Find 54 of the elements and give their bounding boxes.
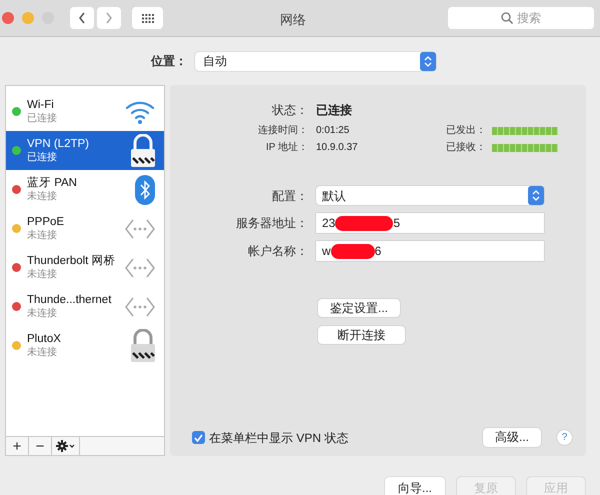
traffic-meter: [492, 126, 558, 134]
meter-label: 已发出：: [445, 124, 486, 138]
ethernet-icon: [124, 256, 156, 278]
input-field[interactable]: w 6: [316, 241, 544, 261]
info-value: 0:01:25: [316, 124, 350, 138]
back-icon: [78, 12, 86, 24]
grid-icon: [142, 14, 154, 22]
info-label: IP 地址：: [264, 140, 308, 155]
meter-label: 已接收：: [445, 140, 486, 155]
ethernet-icon: [124, 296, 156, 318]
bluetooth-icon: [134, 174, 156, 206]
padlock-icon: [130, 328, 156, 362]
close-button[interactable]: [2, 12, 14, 24]
field-label: 帐户名称：: [247, 243, 308, 260]
gear-icon: [56, 440, 76, 452]
info-value: 10.9.0.37: [316, 141, 359, 155]
status-label: 状态：: [271, 102, 308, 119]
stepper-icon: [420, 52, 436, 70]
service-item[interactable]: PPPoE 未连接: [6, 209, 164, 248]
service-item[interactable]: Wi-Fi 已连接: [6, 92, 164, 131]
window-title: 网络: [280, 11, 306, 29]
traffic-meter: [492, 144, 558, 152]
disconnect-button[interactable]: 断开连接: [318, 326, 405, 344]
assistant-button[interactable]: 向导...: [385, 477, 445, 495]
help-button[interactable]: ?: [557, 430, 572, 445]
stepper-icon: [528, 186, 544, 205]
location-select[interactable]: 自动: [195, 52, 436, 70]
forward-icon: [105, 12, 113, 24]
padlock-icon: [130, 134, 156, 168]
redaction-mark: [330, 244, 375, 258]
service-item[interactable]: 蓝牙 PAN 未连接: [6, 170, 164, 209]
checkmark-icon: [194, 434, 203, 442]
authentication-settings-button[interactable]: 鉴定设置...: [318, 299, 400, 317]
ethernet-icon: [124, 218, 156, 240]
service-item[interactable]: VPN (L2TP) 已连接: [6, 131, 164, 170]
checkbox[interactable]: [192, 431, 205, 444]
search-icon: [501, 12, 513, 24]
service-item[interactable]: Thunderbolt 网桥 未连接: [6, 248, 164, 287]
remove-button[interactable]: −: [29, 437, 52, 455]
info-label: 连接时间：: [257, 124, 308, 138]
field-label: 服务器地址：: [235, 215, 308, 232]
advanced-button[interactable]: 高级...: [483, 428, 541, 447]
menu-bar-checkbox[interactable]: 在菜单栏中显示 VPN 状态: [192, 428, 348, 446]
redaction-mark: [335, 216, 394, 230]
add-button[interactable]: +: [6, 437, 29, 455]
show-all-button[interactable]: [132, 7, 163, 29]
status-value: 已连接: [316, 102, 352, 119]
input-field[interactable]: 23 5: [316, 213, 544, 233]
back-button[interactable]: [70, 7, 94, 29]
config-select[interactable]: 默认: [316, 186, 544, 205]
location-label: 位置：: [151, 53, 187, 70]
config-label: 配置：: [271, 188, 308, 204]
service-item[interactable]: Thunde...thernet 未连接: [6, 287, 164, 326]
service-item[interactable]: PlutoX 未连接: [6, 326, 164, 365]
